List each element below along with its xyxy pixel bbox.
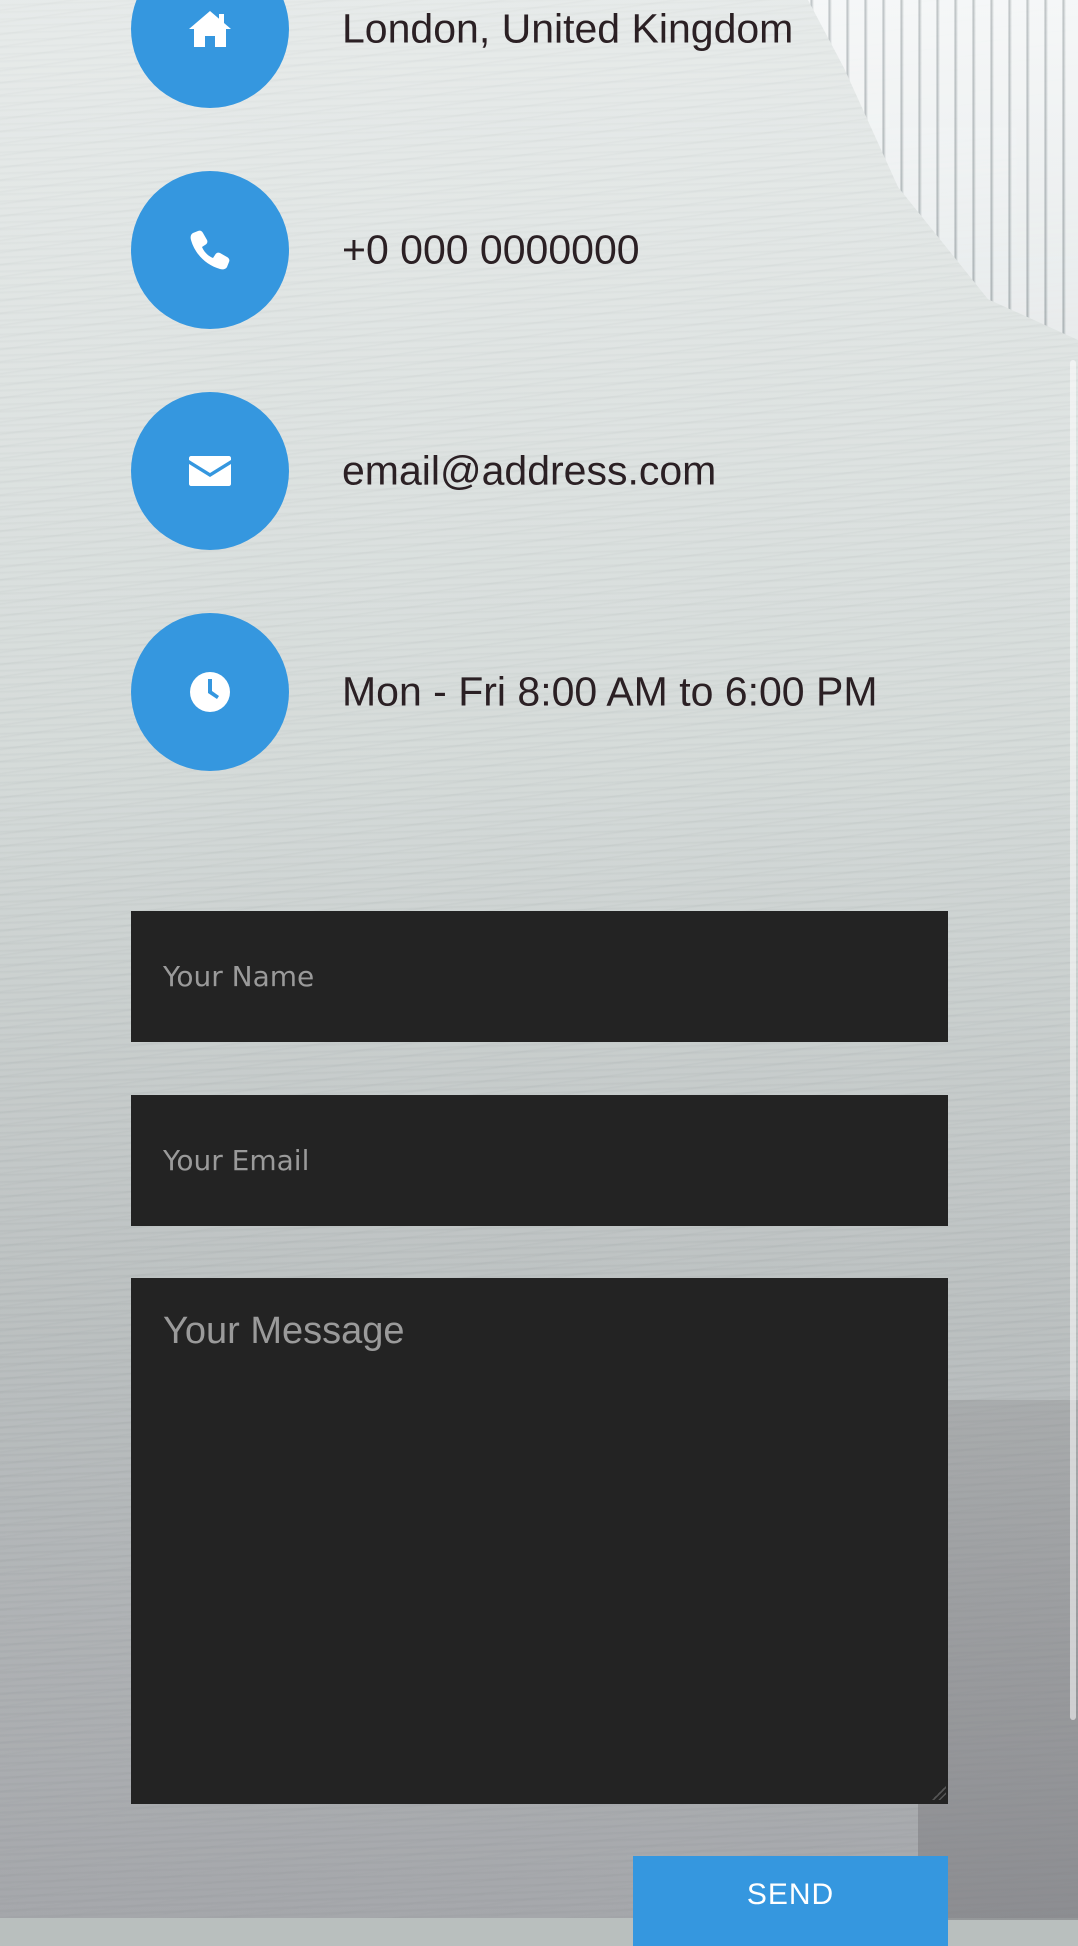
- phone-icon-circle: [131, 171, 289, 329]
- phone-icon: [190, 230, 230, 270]
- clock-icon: [190, 672, 230, 712]
- contact-phone-text: +0 000 0000000: [342, 226, 640, 273]
- envelope-icon: [189, 456, 231, 486]
- contact-email-text: email@address.com: [342, 447, 717, 494]
- contact-address-text: London, United Kingdom: [342, 5, 794, 52]
- clock-icon-circle: [131, 613, 289, 771]
- send-button[interactable]: SEND: [633, 1856, 948, 1946]
- home-icon: [189, 11, 231, 47]
- contact-item-phone: +0 000 0000000: [131, 171, 991, 329]
- contact-item-hours: Mon - Fri 8:00 AM to 6:00 PM: [131, 613, 991, 771]
- contact-item-email: email@address.com: [131, 392, 991, 550]
- page-scrollbar[interactable]: [1070, 360, 1076, 1720]
- email-input[interactable]: [131, 1095, 948, 1226]
- envelope-icon-circle: [131, 392, 289, 550]
- message-textarea[interactable]: [131, 1278, 948, 1804]
- contact-item-address: London, United Kingdom: [131, 0, 991, 108]
- contact-hours-text: Mon - Fri 8:00 AM to 6:00 PM: [342, 668, 878, 715]
- home-icon-circle: [131, 0, 289, 108]
- name-input[interactable]: [131, 911, 948, 1042]
